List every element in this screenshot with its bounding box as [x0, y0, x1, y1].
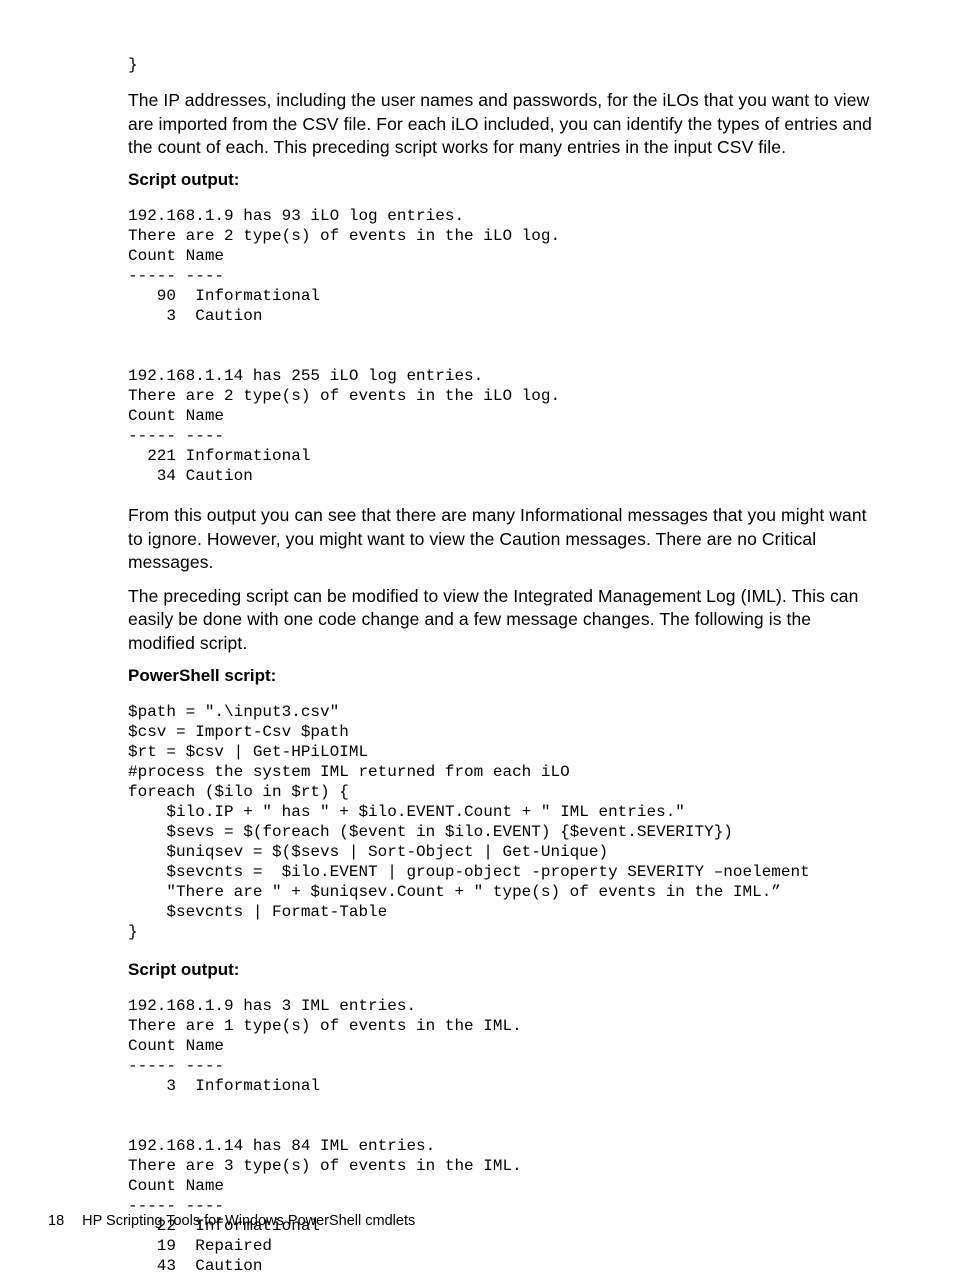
page-footer: 18 HP Scripting Tools for Windows PowerSh…: [48, 1213, 415, 1229]
code-output-1: 192.168.1.9 has 93 iLO log entries. Ther…: [128, 206, 874, 486]
paragraph-modified-script: The preceding script can be modified to …: [128, 585, 874, 656]
code-closing-brace: }: [128, 55, 874, 75]
paragraph-intro: The IP addresses, including the user nam…: [128, 89, 874, 160]
footer-title: HP Scripting Tools for Windows PowerShel…: [82, 1213, 415, 1229]
label-script-output-2: Script output:: [128, 960, 874, 980]
label-script-output-1: Script output:: [128, 170, 874, 190]
code-output-2: 192.168.1.9 has 3 IML entries. There are…: [128, 996, 874, 1276]
page-number: 18: [48, 1213, 64, 1229]
code-powershell-script: $path = ".\input3.csv" $csv = Import-Csv…: [128, 702, 874, 942]
page-content: } The IP addresses, including the user n…: [0, 0, 954, 1276]
paragraph-analysis: From this output you can see that there …: [128, 504, 874, 575]
label-powershell-script: PowerShell script:: [128, 666, 874, 686]
